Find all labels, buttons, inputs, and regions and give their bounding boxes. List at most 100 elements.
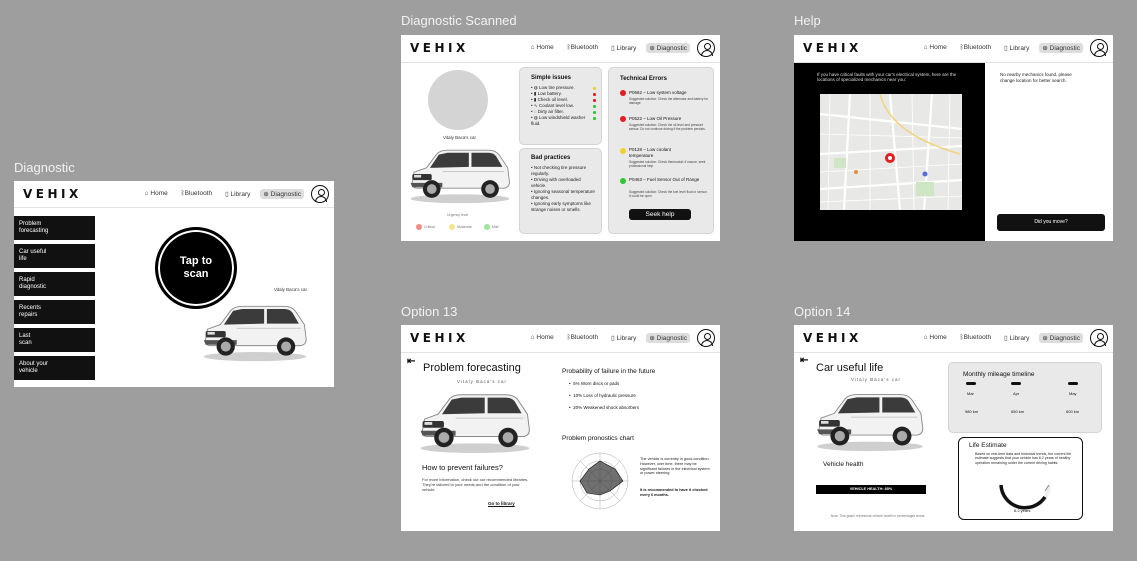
- help-intro-text: If you have critical faults with your ca…: [817, 72, 957, 82]
- month-label: Apr: [1013, 391, 1020, 396]
- menu-last-scan[interactable]: Last scan: [14, 328, 95, 352]
- nav-bluetooth[interactable]: ᛒBluetooth: [564, 43, 601, 53]
- prevent-failures-text: For more information, check out our reco…: [422, 477, 529, 492]
- error-code: P0128 – Low coolant temperature: [629, 147, 672, 158]
- vehicle-health-bar: VEHICLE HEALTH: 85%: [816, 485, 926, 494]
- user-avatar-icon[interactable]: [697, 39, 715, 57]
- life-estimate-card: Life Estimate Based on real-time data an…: [958, 437, 1083, 520]
- error-code: P0463 – Fuel Sensor Out of Range: [629, 177, 700, 182]
- timeline-marker: [966, 382, 976, 385]
- nav-links: ⌂ Home ᛒBluetooth ▯ Library ⊕ Diagnostic: [142, 189, 304, 199]
- seek-help-button[interactable]: Seek help: [629, 209, 691, 220]
- legend-critical-dot: [416, 224, 422, 230]
- nav-bluetooth[interactable]: ᛒBluetooth: [564, 333, 601, 343]
- nav-diagnostic[interactable]: ⊕ Diagnostic: [1039, 333, 1083, 343]
- nav-library[interactable]: ▯ Library: [608, 333, 639, 343]
- nav-diagnostic[interactable]: ⊕ Diagnostic: [260, 189, 304, 199]
- menu-about-vehicle[interactable]: About your vehicle: [14, 356, 95, 380]
- nav-bluetooth[interactable]: ᛒBluetooth: [957, 43, 994, 53]
- mechanics-map[interactable]: [820, 94, 962, 210]
- nav-home[interactable]: ⌂ Home: [528, 333, 557, 343]
- status-dot: [593, 111, 596, 114]
- nav-diagnostic[interactable]: ⊕ Diagnostic: [646, 43, 690, 53]
- tap-to-scan-button[interactable]: Tap to scan: [155, 227, 237, 309]
- life-estimate-title: Life Estimate: [969, 442, 1007, 449]
- technical-errors-title: Technical Errors: [620, 76, 667, 82]
- did-you-move-button[interactable]: Did you move?: [997, 214, 1105, 231]
- tap-to-scan-label: Tap to scan: [179, 255, 213, 280]
- top-nav: VEHIX ⌂ Home ᛒBluetooth ▯ Library ⊕ Diag…: [794, 35, 1113, 63]
- mileage-title: Monthly mileage timeline: [963, 371, 1035, 378]
- nav-home[interactable]: ⌂ Home: [921, 43, 950, 53]
- back-arrow-icon[interactable]: ⇤: [800, 355, 808, 366]
- car-owner-label: Vitaly Baca's car: [443, 135, 477, 140]
- life-years-value: 6.2 years: [1014, 508, 1031, 513]
- mileage-timeline-panel: Monthly mileage timeline Mar Apr May 980…: [948, 362, 1102, 433]
- list-item: • 20% Weakened shock absorbers: [569, 405, 640, 410]
- nav-diagnostic[interactable]: ⊕ Diagnostic: [1039, 43, 1083, 53]
- simple-issues-panel: Simple issues • ◍ Low tire pressure. • ▮…: [519, 67, 602, 145]
- frame-help: VEHIX ⌂ Home ᛒBluetooth ▯ Library ⊕ Diag…: [794, 35, 1113, 241]
- user-avatar-icon[interactable]: [1090, 39, 1108, 57]
- vehix-logo: VEHIX: [803, 331, 862, 345]
- vehix-logo: VEHIX: [410, 331, 469, 345]
- frame-option13: VEHIX ⌂ Home ᛒBluetooth ▯ Library ⊕ Diag…: [401, 325, 720, 531]
- page-title: Car useful life: [816, 362, 884, 374]
- nav-bluetooth[interactable]: ᛒBluetooth: [178, 189, 215, 199]
- nav-home[interactable]: ⌂ Home: [142, 189, 171, 199]
- error-critical-dot: [620, 116, 626, 122]
- car-owner-label: Vitaly Baca's car: [274, 287, 308, 292]
- legend-moderate: Moderate: [457, 225, 472, 229]
- frame-diagnostic-scanned: VEHIX ⌂ Home ᛒBluetooth ▯ Library ⊕ Diag…: [401, 35, 720, 241]
- list-item: • Ignoring early symptoms like strange n…: [531, 201, 591, 212]
- nav-library[interactable]: ▯ Library: [608, 43, 639, 53]
- user-avatar-icon[interactable]: [1090, 329, 1108, 347]
- list-item: • 5% Worn discs or pads: [569, 381, 620, 386]
- timeline-marker: [1068, 382, 1078, 385]
- mileage-value: 600 km: [1066, 409, 1080, 414]
- error-solution: Suggested solution: Check the fuel level…: [629, 190, 708, 198]
- nav-home[interactable]: ⌂ Home: [921, 333, 950, 343]
- probability-title: Probability of failure in the future: [562, 368, 656, 375]
- nav-diagnostic[interactable]: ⊕ Diagnostic: [646, 333, 690, 343]
- menu-recents-repairs[interactable]: Recents repairs: [14, 300, 95, 324]
- month-label: May: [1069, 391, 1077, 396]
- vehix-logo: VEHIX: [410, 41, 469, 55]
- top-nav: VEHIX ⌂ Home ᛒBluetooth ▯ Library ⊕ Diag…: [401, 325, 720, 353]
- user-avatar-icon[interactable]: [697, 329, 715, 347]
- legend-mild-dot: [484, 224, 490, 230]
- nav-library[interactable]: ▯ Library: [1001, 43, 1032, 53]
- mileage-value: 980 km: [965, 409, 979, 414]
- menu-rapid-diagnostic[interactable]: Rapid diagnostic: [14, 272, 95, 296]
- bad-practices-title: Bad practices: [531, 155, 571, 161]
- page-title: Problem forecasting: [423, 362, 521, 374]
- list-item: • Driving with overloaded vehicle.: [531, 177, 581, 188]
- timeline-marker: [1011, 382, 1021, 385]
- nav-library[interactable]: ▯ Library: [1001, 333, 1032, 343]
- frame-label-option13: Option 13: [401, 304, 458, 319]
- menu-problem-forecasting[interactable]: Problem forecasting: [14, 216, 95, 240]
- go-to-library-link[interactable]: Go to library: [488, 501, 515, 506]
- list-item: • Ignoring seasonal temperature changes.: [531, 189, 595, 200]
- bad-practices-panel: Bad practices • Not checking tire pressu…: [519, 148, 602, 234]
- nav-bluetooth[interactable]: ᛒBluetooth: [957, 333, 994, 343]
- error-moderate-dot: [620, 148, 626, 154]
- frame-label-help: Help: [794, 13, 821, 28]
- back-arrow-icon[interactable]: ⇤: [407, 356, 415, 367]
- life-estimate-text: Based on real-time data and historical t…: [975, 452, 1072, 465]
- mileage-value: 650 km: [1011, 409, 1025, 414]
- nav-library[interactable]: ▯ Library: [222, 189, 253, 199]
- status-dot: [593, 105, 596, 108]
- menu-car-useful-life[interactable]: Car useful life: [14, 244, 95, 268]
- no-mechanics-text: No nearby mechanics found, please change…: [1000, 72, 1072, 83]
- chart-description: The vehicle is currently in good conditi…: [640, 457, 710, 476]
- user-avatar-icon[interactable]: [311, 185, 329, 203]
- simple-issues-list: • ◍ Low tire pressure. • ▮ Low battery. …: [531, 85, 586, 127]
- avatar-placeholder: [428, 70, 488, 130]
- vehix-logo: VEHIX: [23, 187, 82, 201]
- chart-title: Problem pronostics chart: [562, 435, 634, 442]
- top-nav: VEHIX ⌂ Home ᛒBluetooth ▯ Library ⊕ Diag…: [14, 181, 334, 208]
- legend-critical: Critical: [424, 225, 435, 229]
- nav-home[interactable]: ⌂ Home: [528, 43, 557, 53]
- error-code: P0562 – Low system voltage: [629, 90, 687, 95]
